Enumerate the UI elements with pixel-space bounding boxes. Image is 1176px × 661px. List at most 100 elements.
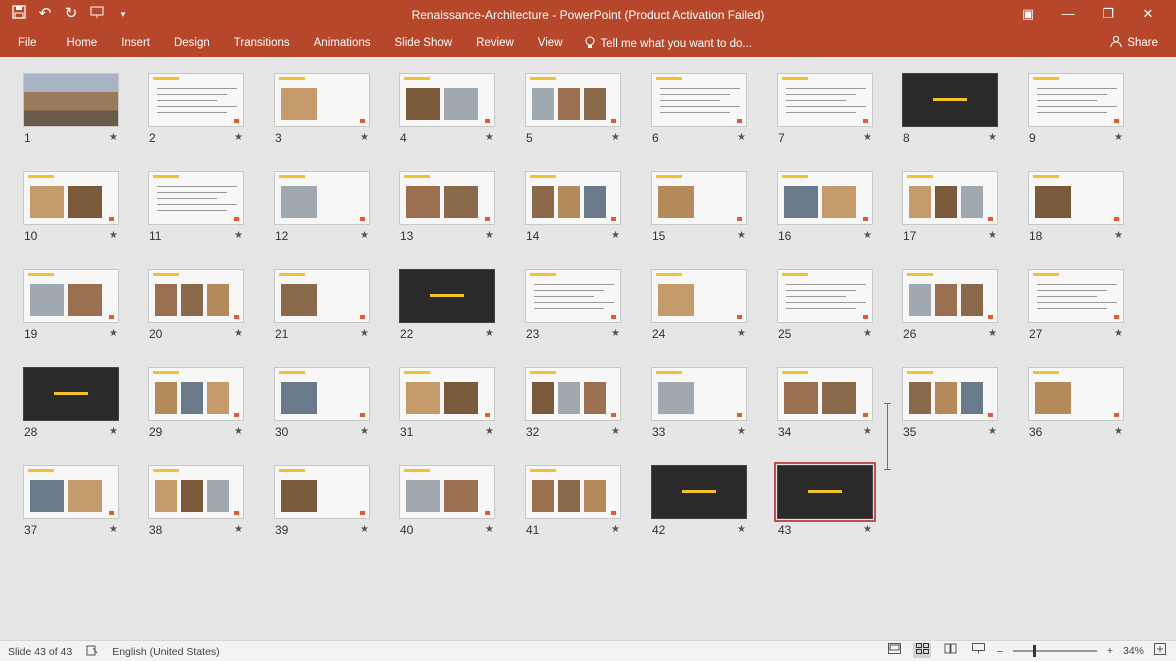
transition-star-icon[interactable]: ★ (109, 328, 118, 339)
transition-star-icon[interactable]: ★ (988, 230, 997, 241)
tab-animations[interactable]: Animations (302, 30, 383, 57)
transition-star-icon[interactable]: ★ (485, 230, 494, 241)
transition-star-icon[interactable]: ★ (611, 524, 620, 535)
slide-thumbnail[interactable] (774, 462, 876, 522)
slide-thumbnail[interactable] (1028, 367, 1124, 421)
slide-thumbnail[interactable] (23, 73, 119, 127)
transition-star-icon[interactable]: ★ (863, 230, 872, 241)
slide-thumbnail[interactable] (902, 171, 998, 225)
slide-thumbnail[interactable] (651, 171, 747, 225)
zoom-level[interactable]: 34% (1123, 645, 1144, 657)
transition-star-icon[interactable]: ★ (360, 524, 369, 535)
slide-thumbnail[interactable] (777, 367, 873, 421)
restore-icon[interactable]: ❐ (1088, 4, 1128, 24)
slide-thumbnail[interactable] (525, 73, 621, 127)
slide-sorter-view-icon[interactable] (913, 643, 931, 658)
language[interactable]: English (United States) (112, 646, 219, 658)
transition-star-icon[interactable]: ★ (485, 328, 494, 339)
transition-star-icon[interactable]: ★ (988, 426, 997, 437)
zoom-slider-knob[interactable] (1032, 644, 1036, 657)
slide-thumbnail[interactable] (902, 73, 998, 127)
tab-home[interactable]: Home (55, 30, 110, 57)
slide-thumbnail[interactable] (525, 269, 621, 323)
transition-star-icon[interactable]: ★ (485, 524, 494, 535)
slide-thumbnail[interactable] (23, 367, 119, 421)
transition-star-icon[interactable]: ★ (737, 524, 746, 535)
transition-star-icon[interactable]: ★ (863, 328, 872, 339)
slide-thumbnail[interactable] (399, 171, 495, 225)
slide-thumbnail[interactable] (777, 171, 873, 225)
slide-thumbnail[interactable] (651, 269, 747, 323)
transition-star-icon[interactable]: ★ (109, 426, 118, 437)
slide-thumbnail[interactable] (274, 367, 370, 421)
transition-star-icon[interactable]: ★ (1114, 426, 1123, 437)
transition-star-icon[interactable]: ★ (360, 132, 369, 143)
slide-thumbnail[interactable] (148, 367, 244, 421)
slide-thumbnail[interactable] (274, 171, 370, 225)
slide-thumbnail[interactable] (651, 367, 747, 421)
transition-star-icon[interactable]: ★ (611, 230, 620, 241)
transition-star-icon[interactable]: ★ (611, 426, 620, 437)
tab-view[interactable]: View (526, 30, 575, 57)
tab-review[interactable]: Review (464, 30, 526, 57)
slide-thumbnail[interactable] (399, 367, 495, 421)
slide-thumbnail[interactable] (399, 269, 495, 323)
slideshow-view-icon[interactable] (969, 643, 987, 658)
zoom-in-icon[interactable]: + (1107, 645, 1113, 657)
transition-star-icon[interactable]: ★ (1114, 132, 1123, 143)
fit-to-window-icon[interactable] (1154, 643, 1166, 658)
transition-star-icon[interactable]: ★ (737, 230, 746, 241)
transition-star-icon[interactable]: ★ (234, 524, 243, 535)
slide-thumbnail[interactable] (274, 269, 370, 323)
slide-thumbnail[interactable] (902, 269, 998, 323)
slide-thumbnail[interactable] (525, 367, 621, 421)
transition-star-icon[interactable]: ★ (988, 132, 997, 143)
transition-star-icon[interactable]: ★ (988, 328, 997, 339)
transition-star-icon[interactable]: ★ (737, 132, 746, 143)
slide-thumbnail[interactable] (902, 367, 998, 421)
slide-thumbnail[interactable] (777, 73, 873, 127)
slide-thumbnail[interactable] (23, 465, 119, 519)
transition-star-icon[interactable]: ★ (863, 524, 872, 535)
slide-thumbnail[interactable] (148, 171, 244, 225)
transition-star-icon[interactable]: ★ (737, 426, 746, 437)
slide-thumbnail[interactable] (23, 171, 119, 225)
slide-thumbnail[interactable] (274, 73, 370, 127)
slide-thumbnail[interactable] (525, 465, 621, 519)
reading-view-icon[interactable] (941, 643, 959, 658)
transition-star-icon[interactable]: ★ (109, 524, 118, 535)
tab-slide-show[interactable]: Slide Show (383, 30, 465, 57)
transition-star-icon[interactable]: ★ (360, 230, 369, 241)
minimize-icon[interactable]: — (1048, 4, 1088, 24)
transition-star-icon[interactable]: ★ (1114, 230, 1123, 241)
slide-thumbnail[interactable] (777, 269, 873, 323)
transition-star-icon[interactable]: ★ (863, 426, 872, 437)
close-icon[interactable]: ✕ (1128, 4, 1168, 24)
slide-thumbnail[interactable] (148, 73, 244, 127)
tell-me-box[interactable]: Tell me what you want to do... (585, 36, 752, 52)
transition-star-icon[interactable]: ★ (863, 132, 872, 143)
transition-star-icon[interactable]: ★ (360, 426, 369, 437)
slide-thumbnail[interactable] (399, 73, 495, 127)
transition-star-icon[interactable]: ★ (611, 132, 620, 143)
zoom-slider[interactable] (1012, 644, 1097, 657)
transition-star-icon[interactable]: ★ (1114, 328, 1123, 339)
tab-file[interactable]: File (0, 30, 55, 57)
slide-thumbnail[interactable] (525, 171, 621, 225)
zoom-out-icon[interactable]: – (997, 645, 1003, 657)
transition-star-icon[interactable]: ★ (611, 328, 620, 339)
slide-thumbnail[interactable] (651, 73, 747, 127)
ribbon-display-icon[interactable]: ▣ (1008, 4, 1048, 24)
slide-thumbnail[interactable] (274, 465, 370, 519)
transition-star-icon[interactable]: ★ (109, 132, 118, 143)
tab-insert[interactable]: Insert (109, 30, 162, 57)
slide-count[interactable]: Slide 43 of 43 (8, 646, 72, 658)
normal-view-icon[interactable] (885, 643, 903, 658)
slide-thumbnail[interactable] (148, 465, 244, 519)
slide-thumbnail[interactable] (399, 465, 495, 519)
slide-thumbnail[interactable] (23, 269, 119, 323)
slide-thumbnail[interactable] (1028, 171, 1124, 225)
slide-thumbnail[interactable] (1028, 269, 1124, 323)
transition-star-icon[interactable]: ★ (360, 328, 369, 339)
transition-star-icon[interactable]: ★ (109, 230, 118, 241)
